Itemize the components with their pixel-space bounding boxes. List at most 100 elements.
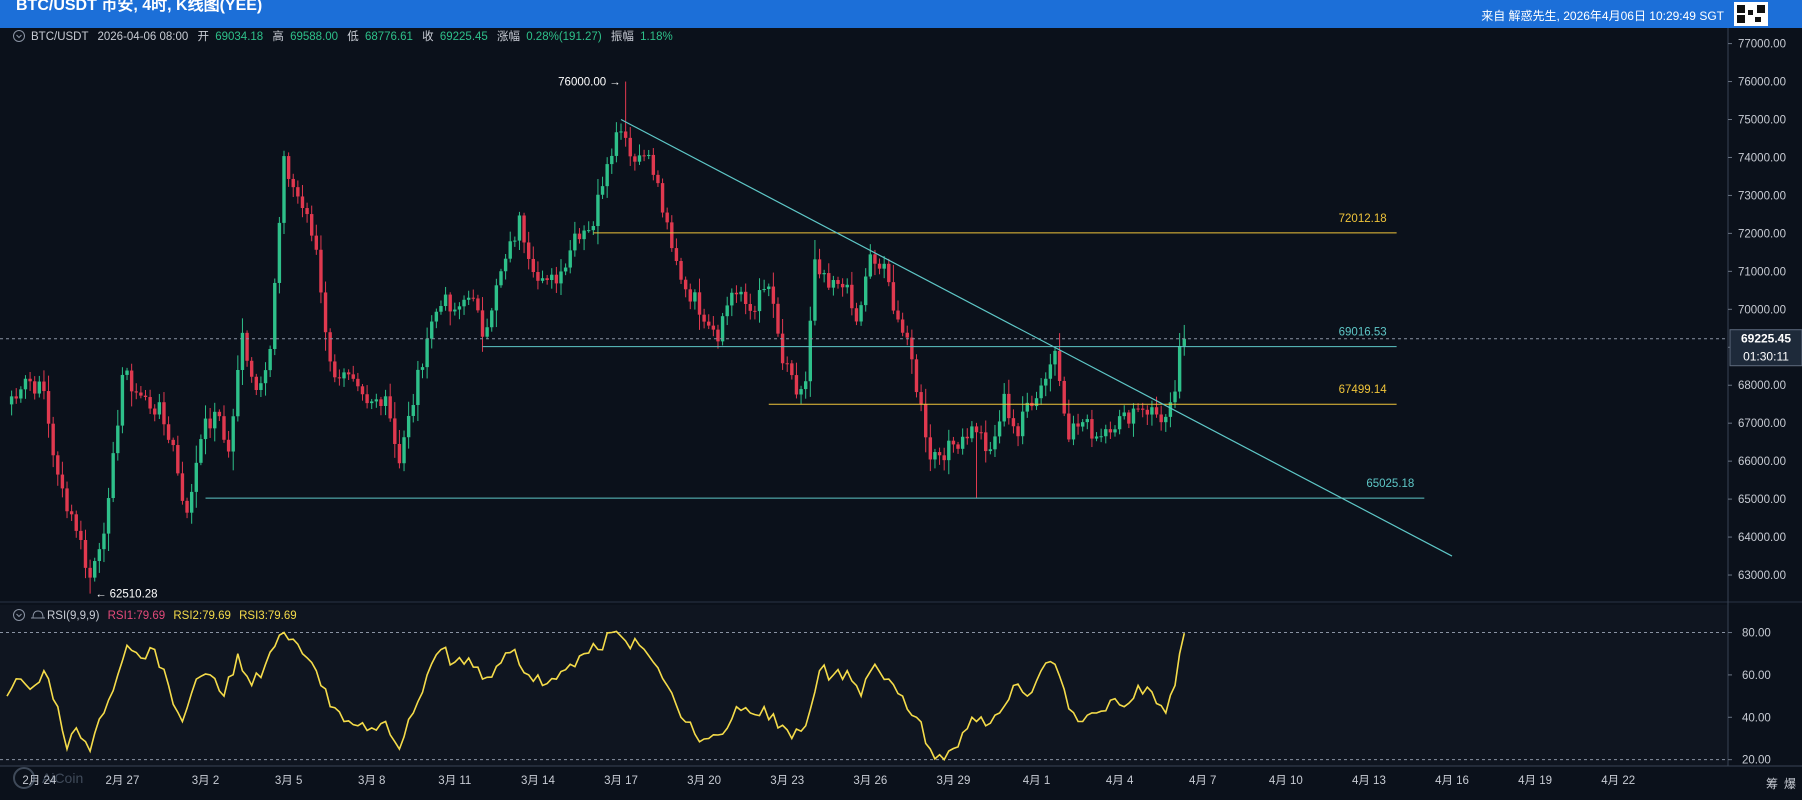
price-tick-label: 65000.00 (1738, 494, 1786, 506)
candle-up (1150, 407, 1154, 415)
time-tick-label: 3月 17 (604, 775, 638, 787)
candle-down (356, 378, 360, 387)
candle-down (476, 298, 480, 311)
candle-up (808, 320, 812, 382)
candle-down (651, 154, 656, 175)
candle-up (988, 449, 993, 452)
candle-down (1057, 350, 1062, 381)
close-label: 收 (422, 29, 434, 43)
candle-up (263, 370, 268, 384)
price-tick-label: 64000.00 (1738, 532, 1786, 544)
candle-down (365, 394, 369, 404)
price-tick-label: 75000.00 (1738, 115, 1786, 127)
high-extreme-value: 76000.00 (558, 77, 606, 89)
candle-up (102, 533, 106, 550)
low-value: 68776.61 (365, 31, 413, 43)
time-tick-label: 4月 16 (1435, 775, 1469, 787)
amplitude-label: 振幅 (611, 29, 634, 43)
candle-down (143, 395, 148, 398)
candle-up (499, 271, 503, 286)
candle-up (799, 389, 803, 395)
candle-up (1131, 408, 1136, 424)
candle-up (23, 378, 28, 390)
candle-up (568, 250, 572, 268)
candle-down (683, 279, 688, 290)
candle-up (37, 381, 42, 394)
time-tick-label: 4月 1 (1023, 775, 1051, 787)
candle-down (1145, 409, 1150, 415)
rsi-name: RSI(9,9,9) (47, 610, 100, 622)
candle-up (1173, 391, 1177, 403)
low-label: 低 (347, 30, 359, 43)
candle-up (1034, 398, 1039, 407)
candle-up (803, 381, 808, 390)
candlestick-chart[interactable]: 72012.18 69016.53 67499.14 65025.18 77000.0… (0, 28, 1802, 795)
candle-down (780, 333, 785, 364)
candle-up (573, 233, 577, 251)
candle-up (563, 267, 568, 272)
candle-down (79, 530, 83, 540)
candle-down (222, 416, 226, 440)
time-tick-label: 4月 13 (1352, 775, 1386, 787)
candle-down (522, 215, 526, 243)
candle-down (924, 404, 928, 438)
symbol-label: BTC/USDT (31, 31, 88, 43)
candle-down (748, 304, 752, 311)
candle-down (656, 174, 660, 184)
candle-up (1085, 419, 1089, 423)
candle-up (730, 292, 734, 306)
candle-down (790, 363, 794, 376)
candle-down (785, 363, 789, 365)
time-tick-label: 3月 23 (770, 775, 804, 787)
candle-down (319, 249, 323, 293)
current-price: 69225.45 (1741, 332, 1791, 346)
close-value: 69225.45 (440, 31, 488, 43)
time-tick-label: 4月 7 (1189, 775, 1217, 787)
price-tick-label: 72000.00 (1738, 228, 1786, 240)
open-label: 开 (198, 31, 210, 43)
candle-up (342, 372, 346, 379)
price-tick-label: 67000.00 (1738, 418, 1786, 430)
candle-down (794, 375, 799, 395)
candle-up (402, 437, 406, 464)
candle-up (997, 421, 1002, 437)
candle-up (416, 369, 420, 406)
candle-down (702, 314, 706, 322)
candle-down (531, 258, 535, 273)
horizontal-level-label: 65025.18 (1366, 478, 1414, 490)
candle-down (628, 137, 632, 157)
candle-up (591, 226, 596, 231)
candle-down (891, 282, 896, 311)
price-tick-label: 63000.00 (1738, 570, 1786, 582)
candle-up (1002, 393, 1006, 422)
candle-up (831, 280, 836, 288)
candle-up (125, 370, 129, 375)
candle-up (199, 439, 203, 463)
candle-down (1136, 408, 1140, 410)
candle-up (1020, 411, 1025, 437)
time-tick-label: 3月 14 (521, 775, 555, 787)
candle-down (877, 263, 882, 269)
candle-up (859, 305, 863, 322)
candle-down (854, 308, 859, 322)
candle-down (711, 325, 716, 330)
candle-up (494, 285, 499, 311)
price-tick-label: 77000.00 (1738, 39, 1786, 51)
chart-area[interactable]: 72012.18 69016.53 67499.14 65025.18 77000.0… (0, 28, 1802, 795)
candle-down (28, 378, 32, 382)
amplitude-value: 1.18% (640, 31, 673, 43)
candle-up (720, 316, 725, 342)
candle-down (166, 424, 171, 440)
candle-up (1099, 436, 1103, 438)
candle-up (864, 276, 868, 306)
qr-code-icon (1734, 2, 1768, 26)
candle-up (993, 436, 997, 450)
candle-up (374, 399, 379, 402)
candle-down (46, 391, 51, 424)
candle-up (582, 230, 586, 240)
candle-up (236, 369, 240, 417)
rsi2-value: RSI2:79.69 (173, 610, 231, 622)
chips-button[interactable]: 筹 (1766, 777, 1778, 791)
candle-up (1182, 338, 1186, 346)
liquidation-button[interactable]: 爆 (1784, 777, 1796, 791)
